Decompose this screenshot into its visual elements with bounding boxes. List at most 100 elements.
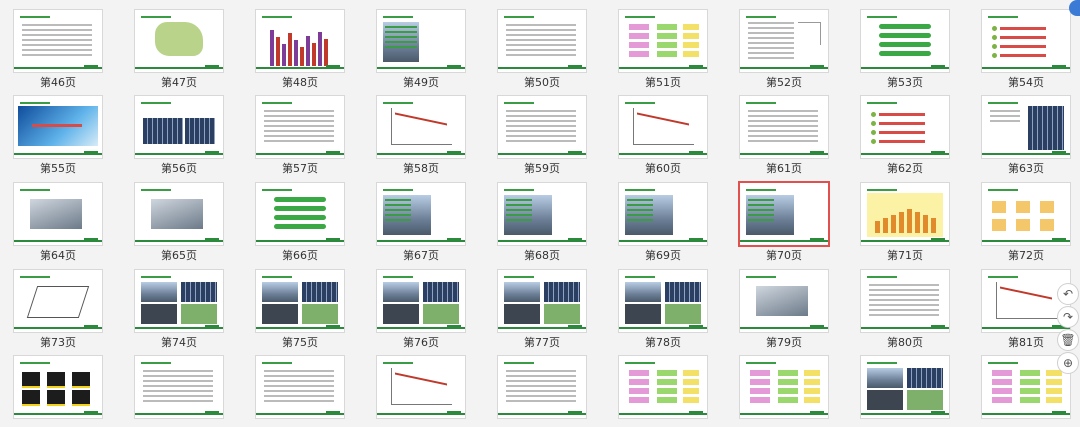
text-line bbox=[264, 120, 334, 122]
slide-thumbnail[interactable] bbox=[740, 10, 828, 72]
slide-thumbnail[interactable] bbox=[619, 356, 707, 418]
slide-thumbnail[interactable] bbox=[982, 96, 1070, 158]
slide-thumbnail[interactable] bbox=[498, 270, 586, 332]
page-number-label: 第73页 bbox=[40, 336, 76, 349]
page-number-label: 第69页 bbox=[645, 249, 681, 262]
list-line bbox=[1000, 27, 1046, 30]
slide-thumbnail[interactable] bbox=[256, 183, 344, 245]
slide-thumbnail[interactable] bbox=[982, 270, 1070, 332]
photo bbox=[141, 282, 177, 302]
text-line bbox=[506, 380, 576, 382]
delete-icon[interactable]: 🗑 bbox=[1058, 330, 1078, 350]
slide-title bbox=[867, 189, 897, 191]
photo bbox=[867, 390, 903, 410]
slide-thumbnail[interactable] bbox=[14, 356, 102, 418]
slide-thumbnail[interactable] bbox=[135, 183, 223, 245]
slide-thumbnail[interactable] bbox=[861, 10, 949, 72]
slide-thumbnail[interactable] bbox=[740, 356, 828, 418]
text-line bbox=[748, 214, 774, 216]
slide-title bbox=[625, 189, 655, 191]
slide-thumbnail[interactable] bbox=[498, 10, 586, 72]
slide-thumbnail[interactable] bbox=[135, 96, 223, 158]
text-line bbox=[506, 375, 576, 377]
text-line bbox=[990, 110, 1020, 112]
text-line bbox=[264, 390, 334, 392]
slide-thumbnail[interactable] bbox=[377, 356, 465, 418]
bar bbox=[883, 218, 888, 233]
slide-footer-bar bbox=[740, 413, 828, 415]
flow-box bbox=[750, 397, 770, 403]
slide-footer-bar bbox=[377, 327, 465, 329]
slide-title bbox=[383, 102, 413, 104]
slide-footer-mark bbox=[205, 65, 219, 67]
text-line bbox=[506, 135, 576, 137]
top-corner-indicator[interactable] bbox=[1069, 0, 1080, 16]
slide-thumbnail[interactable] bbox=[256, 96, 344, 158]
slide-thumbnail[interactable] bbox=[740, 96, 828, 158]
photo bbox=[423, 282, 459, 302]
slide-thumbnail[interactable] bbox=[14, 270, 102, 332]
bullet bbox=[992, 35, 997, 40]
slide-title bbox=[20, 276, 50, 278]
slide-thumbnail[interactable] bbox=[14, 96, 102, 158]
rotate-left-icon[interactable]: ↶ bbox=[1058, 284, 1078, 304]
slide-thumbnail-selected[interactable] bbox=[740, 183, 828, 245]
text-line bbox=[264, 110, 334, 112]
bar bbox=[300, 47, 304, 66]
slide-thumbnail[interactable] bbox=[619, 96, 707, 158]
bar bbox=[288, 33, 292, 66]
slide-footer-mark bbox=[689, 238, 703, 240]
rotate-right-icon[interactable]: ↷ bbox=[1058, 307, 1078, 327]
slide-thumbnail[interactable] bbox=[982, 10, 1070, 72]
slide-thumbnail[interactable] bbox=[377, 96, 465, 158]
slide-thumbnail[interactable] bbox=[861, 183, 949, 245]
slide-thumbnail[interactable] bbox=[861, 356, 949, 418]
text-line bbox=[748, 125, 818, 127]
slide-title bbox=[988, 102, 1018, 104]
slide-thumbnail[interactable] bbox=[135, 270, 223, 332]
slide-thumbnail[interactable] bbox=[982, 356, 1070, 418]
flow-box bbox=[629, 24, 649, 30]
slide-thumbnail[interactable] bbox=[861, 96, 949, 158]
slide-thumbnail[interactable] bbox=[135, 10, 223, 72]
slide-thumbnail[interactable] bbox=[377, 10, 465, 72]
slide-title bbox=[625, 16, 655, 18]
slide-title bbox=[383, 362, 413, 364]
slide-thumbnail[interactable] bbox=[135, 356, 223, 418]
slide-thumbnail[interactable] bbox=[377, 183, 465, 245]
slide-footer-mark bbox=[568, 411, 582, 413]
page-number-label: 第50页 bbox=[524, 76, 560, 89]
flow-box bbox=[629, 42, 649, 48]
slide-thumbnail[interactable] bbox=[861, 270, 949, 332]
flow-box bbox=[629, 33, 649, 39]
slide-thumbnail[interactable] bbox=[498, 183, 586, 245]
slide-thumbnail[interactable] bbox=[14, 183, 102, 245]
text-line bbox=[143, 390, 213, 392]
slide-thumbnail[interactable] bbox=[740, 270, 828, 332]
slide-thumbnail[interactable] bbox=[982, 183, 1070, 245]
page-number-label: 第63页 bbox=[1008, 162, 1044, 175]
text-line bbox=[264, 385, 334, 387]
text-line bbox=[506, 370, 576, 372]
text-line bbox=[143, 395, 213, 397]
flow-box bbox=[657, 42, 677, 48]
slide-thumbnail[interactable] bbox=[619, 183, 707, 245]
slide-thumbnail[interactable] bbox=[498, 356, 586, 418]
slide-thumbnail[interactable] bbox=[619, 10, 707, 72]
page-number-label: 第55页 bbox=[40, 162, 76, 175]
bar bbox=[318, 32, 322, 66]
text-line bbox=[22, 34, 92, 36]
slide-thumbnail[interactable] bbox=[619, 270, 707, 332]
flow-box bbox=[683, 42, 699, 48]
slide-thumbnail[interactable] bbox=[256, 10, 344, 72]
add-icon[interactable]: ⊕ bbox=[1058, 353, 1078, 373]
slide-thumbnail[interactable] bbox=[256, 270, 344, 332]
text-line bbox=[506, 390, 576, 392]
slide-thumbnail[interactable] bbox=[498, 96, 586, 158]
slide-thumbnail[interactable] bbox=[14, 10, 102, 72]
photo bbox=[625, 282, 661, 302]
text-line bbox=[748, 27, 794, 29]
bar bbox=[891, 215, 896, 233]
slide-thumbnail[interactable] bbox=[377, 270, 465, 332]
slide-thumbnail[interactable] bbox=[256, 356, 344, 418]
